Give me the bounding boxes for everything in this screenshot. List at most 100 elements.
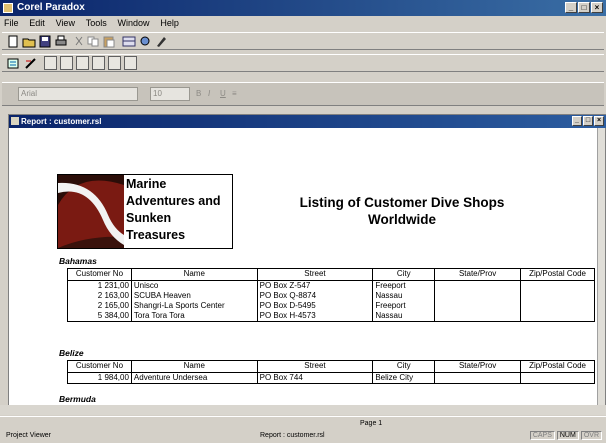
- region-heading: Bahamas: [59, 256, 97, 266]
- cell-state: [434, 372, 522, 384]
- menu-bar: File Edit View Tools Window Help: [0, 16, 606, 31]
- report-title-line: Worldwide: [367, 212, 436, 227]
- menu-help[interactable]: Help: [156, 16, 183, 31]
- underline-icon[interactable]: U: [220, 89, 226, 98]
- new-document-icon[interactable]: [6, 35, 20, 48]
- cell-zip: [520, 372, 595, 384]
- page-2-icon[interactable]: [60, 56, 73, 70]
- col-header: State/Prov: [434, 268, 522, 281]
- col-header: Customer No: [67, 268, 132, 281]
- cell-city: Belize City: [372, 372, 436, 384]
- page-4-icon[interactable]: [92, 56, 105, 70]
- report-minimize-button[interactable]: _: [572, 116, 582, 126]
- title-bar: Corel Paradox _ □ ×: [0, 0, 606, 16]
- region-heading: Bermuda: [59, 394, 96, 404]
- cell-street: PO Box 744: [256, 372, 374, 384]
- cell-customer-no: 1 231,00 2 163,00 2 165,00 5 384,00: [67, 280, 132, 322]
- expert-icon[interactable]: [138, 35, 152, 48]
- col-header: Street: [256, 360, 374, 373]
- caps-indicator: CAPS: [529, 431, 555, 440]
- bold-icon[interactable]: B: [196, 89, 201, 98]
- cell-zip: [520, 280, 595, 322]
- table-header-row: Customer No Name Street City State/Prov …: [67, 360, 595, 373]
- font-size-select[interactable]: 10: [150, 87, 190, 101]
- cell-state: [434, 280, 522, 322]
- cell-customer-no: 1 984,00: [67, 372, 132, 384]
- logo-line: Sunken: [126, 211, 172, 225]
- menu-view[interactable]: View: [52, 16, 79, 31]
- logo-line: Adventures and: [126, 194, 221, 208]
- menu-edit[interactable]: Edit: [25, 16, 49, 31]
- menu-file[interactable]: File: [0, 16, 23, 31]
- diver-flag-logo-icon: [58, 175, 124, 248]
- report-window: Report : customer.rsl _ □ × Marine Adven…: [8, 114, 606, 414]
- col-header: Zip/Postal Code: [520, 268, 595, 281]
- paste-icon[interactable]: [102, 35, 116, 48]
- customer-table-belize: Customer No Name Street City State/Prov …: [67, 360, 595, 384]
- page-1-icon[interactable]: [44, 56, 57, 70]
- company-logo: Marine Adventures and Sunken Treasures: [57, 174, 233, 249]
- page-6-icon[interactable]: [124, 56, 137, 70]
- report-title-line: Listing of Customer Dive Shops: [299, 195, 505, 210]
- report-close-button[interactable]: ×: [594, 116, 604, 126]
- page-indicator: Page 1: [360, 420, 383, 427]
- align-icon[interactable]: ≡: [232, 89, 237, 98]
- num-indicator: NUM: [556, 431, 579, 440]
- report-window-title: Report : customer.rsl: [21, 117, 102, 126]
- table-header-row: Customer No Name Street City State/Prov …: [67, 268, 595, 281]
- menu-tools[interactable]: Tools: [82, 16, 111, 31]
- report-icon[interactable]: [6, 57, 20, 70]
- cell-name: Adventure Undersea: [130, 372, 258, 384]
- report-doc-icon: [11, 117, 19, 125]
- page-5-icon[interactable]: [108, 56, 121, 70]
- open-folder-icon[interactable]: [22, 35, 36, 48]
- logo-line: Marine: [126, 177, 167, 191]
- view-data-icon[interactable]: [122, 35, 136, 48]
- window-title: Corel Paradox: [17, 2, 85, 13]
- status-bar: Page 1 Project Viewer Report : customer.…: [0, 416, 606, 443]
- status-indicators: CAPS NUM OVR: [529, 431, 602, 440]
- design-icon[interactable]: [24, 57, 38, 70]
- table-row: 1 231,00 2 163,00 2 165,00 5 384,00 Unisco S…: [67, 280, 595, 322]
- cut-icon[interactable]: [72, 35, 86, 48]
- col-header: Street: [256, 268, 374, 281]
- close-button[interactable]: ×: [591, 2, 603, 13]
- minimize-button[interactable]: _: [565, 2, 577, 13]
- report-page: Marine Adventures and Sunken Treasures L…: [9, 128, 598, 406]
- col-header: State/Prov: [434, 360, 522, 373]
- page-toolbar: [2, 54, 604, 72]
- copy-icon[interactable]: [86, 35, 100, 48]
- cell-city: Freeport Nassau Freeport Nassau: [372, 280, 436, 322]
- report-window-controls: _ □ ×: [572, 116, 604, 126]
- application-window: Corel Paradox _ □ × File Edit View Tools…: [0, 0, 606, 443]
- report-maximize-button[interactable]: □: [583, 116, 593, 126]
- logo-line: Treasures: [126, 228, 186, 242]
- horizontal-scrollbar[interactable]: [0, 405, 606, 415]
- col-header: Name: [130, 360, 258, 373]
- logo-text: Marine Adventures and Sunken Treasures: [126, 176, 220, 244]
- menu-window[interactable]: Window: [114, 16, 154, 31]
- print-icon[interactable]: [54, 35, 68, 48]
- paradox-app-icon: [3, 3, 13, 13]
- col-header: Name: [130, 268, 258, 281]
- font-name-select[interactable]: Arial: [18, 87, 138, 101]
- col-header: Zip/Postal Code: [520, 360, 595, 373]
- col-header: Customer No: [67, 360, 132, 373]
- ovr-indicator: OVR: [580, 431, 602, 440]
- report-title-bar: Report : customer.rsl _ □ ×: [9, 115, 606, 128]
- table-row: 1 984,00 Adventure Undersea PO Box 744 B…: [67, 372, 595, 384]
- pen-icon[interactable]: [154, 35, 168, 48]
- report-title: Listing of Customer Dive Shops Worldwide: [247, 194, 557, 228]
- region-heading: Belize: [59, 348, 84, 358]
- status-left-text: Project Viewer: [6, 432, 52, 439]
- window-controls: _ □ ×: [565, 2, 603, 13]
- save-icon[interactable]: [38, 35, 52, 48]
- vertical-scrollbar[interactable]: [597, 128, 605, 406]
- italic-icon[interactable]: I: [208, 89, 210, 98]
- col-header: City: [372, 360, 436, 373]
- maximize-button[interactable]: □: [578, 2, 590, 13]
- standard-toolbar: [2, 32, 604, 50]
- format-toolbar: Arial 10 B I U ≡: [2, 82, 604, 106]
- col-header: City: [372, 268, 436, 281]
- page-3-icon[interactable]: [76, 56, 89, 70]
